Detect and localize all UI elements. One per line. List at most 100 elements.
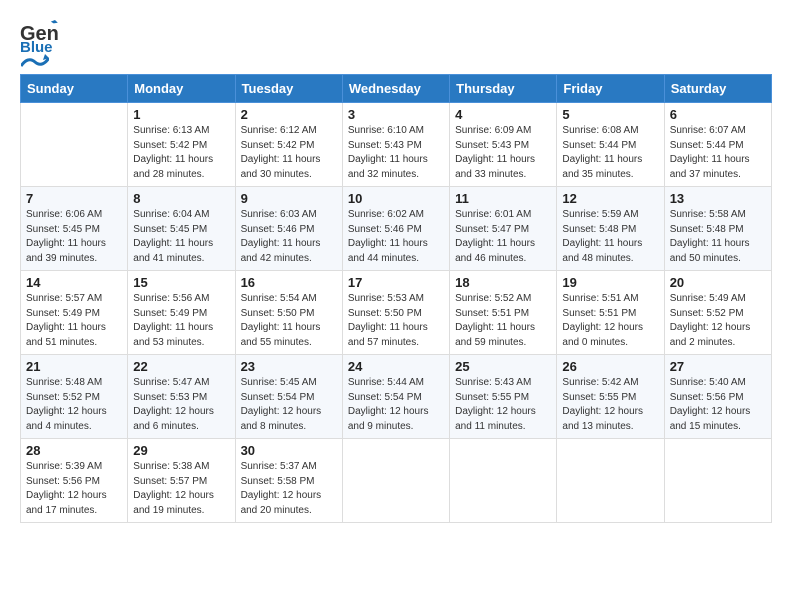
day-number: 14 <box>26 275 122 290</box>
day-info: Sunrise: 6:09 AM Sunset: 5:43 PM Dayligh… <box>455 124 551 182</box>
week-row-1: 1Sunrise: 6:13 AM Sunset: 5:42 PM Daylig… <box>21 103 772 187</box>
svg-text:Blue: Blue <box>20 39 53 52</box>
day-info: Sunrise: 5:48 AM Sunset: 5:52 PM Dayligh… <box>26 376 122 434</box>
calendar-body: 1Sunrise: 6:13 AM Sunset: 5:42 PM Daylig… <box>21 103 772 523</box>
week-row-2: 7Sunrise: 6:06 AM Sunset: 5:45 PM Daylig… <box>21 187 772 271</box>
calendar-table: SundayMondayTuesdayWednesdayThursdayFrid… <box>20 74 772 523</box>
day-number: 24 <box>348 359 444 374</box>
calendar-cell: 10 Sunrise: 6:02 AM Sunset: 5:46 PM Dayli… <box>342 187 449 271</box>
day-info: Sunrise: 6:10 AM Sunset: 5:43 PM Dayligh… <box>348 124 444 182</box>
day-number: 28 <box>26 443 122 458</box>
calendar-cell: 5 Sunrise: 6:08 AM Sunset: 5:44 PM Daylig… <box>557 103 664 187</box>
calendar-cell: 28Sunrise: 5:39 AM Sunset: 5:56 PM Dayli… <box>21 439 128 523</box>
day-number: 4 <box>455 107 551 122</box>
day-info: Sunrise: 5:56 AM Sunset: 5:49 PM Dayligh… <box>133 292 229 350</box>
day-number: 3 <box>348 107 444 122</box>
day-number: 18 <box>455 275 551 290</box>
calendar-cell: 12 Sunrise: 5:59 AM Sunset: 5:48 PM Dayli… <box>557 187 664 271</box>
calendar-cell: 21Sunrise: 5:48 AM Sunset: 5:52 PM Dayli… <box>21 355 128 439</box>
calendar-cell: 19 Sunrise: 5:51 AM Sunset: 5:51 PM Dayli… <box>557 271 664 355</box>
day-info: Sunrise: 5:54 AM Sunset: 5:50 PM Dayligh… <box>241 292 337 350</box>
day-number: 25 <box>455 359 551 374</box>
day-number: 26 <box>562 359 658 374</box>
calendar-cell <box>664 439 771 523</box>
day-info: Sunrise: 6:07 AM Sunset: 5:44 PM Dayligh… <box>670 124 766 182</box>
day-number: 15 <box>133 275 229 290</box>
calendar-cell <box>21 103 128 187</box>
day-number: 17 <box>348 275 444 290</box>
calendar-cell: 8 Sunrise: 6:04 AM Sunset: 5:45 PM Daylig… <box>128 187 235 271</box>
weekday-wednesday: Wednesday <box>342 75 449 103</box>
logo-wave-icon <box>21 52 49 70</box>
weekday-saturday: Saturday <box>664 75 771 103</box>
day-number: 29 <box>133 443 229 458</box>
day-info: Sunrise: 5:38 AM Sunset: 5:57 PM Dayligh… <box>133 460 229 518</box>
day-number: 11 <box>455 191 551 206</box>
day-number: 19 <box>562 275 658 290</box>
day-number: 6 <box>670 107 766 122</box>
day-number: 12 <box>562 191 658 206</box>
calendar-cell: 17 Sunrise: 5:53 AM Sunset: 5:50 PM Dayli… <box>342 271 449 355</box>
day-info: Sunrise: 5:42 AM Sunset: 5:55 PM Dayligh… <box>562 376 658 434</box>
calendar-cell: 24 Sunrise: 5:44 AM Sunset: 5:54 PM Dayli… <box>342 355 449 439</box>
calendar-cell: 22Sunrise: 5:47 AM Sunset: 5:53 PM Dayli… <box>128 355 235 439</box>
day-number: 20 <box>670 275 766 290</box>
day-info: Sunrise: 5:53 AM Sunset: 5:50 PM Dayligh… <box>348 292 444 350</box>
calendar-cell: 26 Sunrise: 5:42 AM Sunset: 5:55 PM Dayli… <box>557 355 664 439</box>
day-info: Sunrise: 5:58 AM Sunset: 5:48 PM Dayligh… <box>670 208 766 266</box>
week-row-3: 14 Sunrise: 5:57 AM Sunset: 5:49 PM Dayli… <box>21 271 772 355</box>
calendar-cell: 20 Sunrise: 5:49 AM Sunset: 5:52 PM Dayli… <box>664 271 771 355</box>
weekday-friday: Friday <box>557 75 664 103</box>
calendar-cell: 14 Sunrise: 5:57 AM Sunset: 5:49 PM Dayli… <box>21 271 128 355</box>
weekday-header-row: SundayMondayTuesdayWednesdayThursdayFrid… <box>21 75 772 103</box>
day-info: Sunrise: 5:57 AM Sunset: 5:49 PM Dayligh… <box>26 292 122 350</box>
day-info: Sunrise: 5:44 AM Sunset: 5:54 PM Dayligh… <box>348 376 444 434</box>
day-info: Sunrise: 5:51 AM Sunset: 5:51 PM Dayligh… <box>562 292 658 350</box>
calendar-cell: 30Sunrise: 5:37 AM Sunset: 5:58 PM Dayli… <box>235 439 342 523</box>
day-number: 9 <box>241 191 337 206</box>
calendar-cell <box>342 439 449 523</box>
calendar-cell: 11 Sunrise: 6:01 AM Sunset: 5:47 PM Dayli… <box>450 187 557 271</box>
day-info: Sunrise: 6:02 AM Sunset: 5:46 PM Dayligh… <box>348 208 444 266</box>
calendar-cell: 4 Sunrise: 6:09 AM Sunset: 5:43 PM Daylig… <box>450 103 557 187</box>
calendar-cell: 15 Sunrise: 5:56 AM Sunset: 5:49 PM Dayli… <box>128 271 235 355</box>
calendar-cell: 29 Sunrise: 5:38 AM Sunset: 5:57 PM Dayli… <box>128 439 235 523</box>
day-number: 8 <box>133 191 229 206</box>
day-info: Sunrise: 6:01 AM Sunset: 5:47 PM Dayligh… <box>455 208 551 266</box>
calendar-cell: 16 Sunrise: 5:54 AM Sunset: 5:50 PM Dayli… <box>235 271 342 355</box>
calendar-cell: 6 Sunrise: 6:07 AM Sunset: 5:44 PM Daylig… <box>664 103 771 187</box>
day-info: Sunrise: 6:08 AM Sunset: 5:44 PM Dayligh… <box>562 124 658 182</box>
day-info: Sunrise: 6:04 AM Sunset: 5:45 PM Dayligh… <box>133 208 229 266</box>
calendar-cell: 9 Sunrise: 6:03 AM Sunset: 5:46 PM Daylig… <box>235 187 342 271</box>
weekday-thursday: Thursday <box>450 75 557 103</box>
page-header: General Blue <box>20 20 772 64</box>
day-number: 16 <box>241 275 337 290</box>
day-number: 10 <box>348 191 444 206</box>
logo: General Blue <box>20 20 58 64</box>
day-info: Sunrise: 5:52 AM Sunset: 5:51 PM Dayligh… <box>455 292 551 350</box>
day-info: Sunrise: 5:49 AM Sunset: 5:52 PM Dayligh… <box>670 292 766 350</box>
day-info: Sunrise: 6:06 AM Sunset: 5:45 PM Dayligh… <box>26 208 122 266</box>
calendar-cell: 7Sunrise: 6:06 AM Sunset: 5:45 PM Daylig… <box>21 187 128 271</box>
calendar-cell: 1Sunrise: 6:13 AM Sunset: 5:42 PM Daylig… <box>128 103 235 187</box>
day-info: Sunrise: 5:47 AM Sunset: 5:53 PM Dayligh… <box>133 376 229 434</box>
calendar-cell: 23 Sunrise: 5:45 AM Sunset: 5:54 PM Dayli… <box>235 355 342 439</box>
day-number: 2 <box>241 107 337 122</box>
day-number: 30 <box>241 443 337 458</box>
calendar-cell: 25Sunrise: 5:43 AM Sunset: 5:55 PM Dayli… <box>450 355 557 439</box>
weekday-monday: Monday <box>128 75 235 103</box>
day-info: Sunrise: 5:45 AM Sunset: 5:54 PM Dayligh… <box>241 376 337 434</box>
calendar-cell <box>450 439 557 523</box>
day-number: 13 <box>670 191 766 206</box>
day-number: 23 <box>241 359 337 374</box>
calendar-cell: 2 Sunrise: 6:12 AM Sunset: 5:42 PM Daylig… <box>235 103 342 187</box>
day-info: Sunrise: 5:59 AM Sunset: 5:48 PM Dayligh… <box>562 208 658 266</box>
day-info: Sunrise: 6:03 AM Sunset: 5:46 PM Dayligh… <box>241 208 337 266</box>
calendar-cell: 18 Sunrise: 5:52 AM Sunset: 5:51 PM Dayli… <box>450 271 557 355</box>
calendar-cell <box>557 439 664 523</box>
week-row-4: 21Sunrise: 5:48 AM Sunset: 5:52 PM Dayli… <box>21 355 772 439</box>
day-number: 5 <box>562 107 658 122</box>
day-info: Sunrise: 6:12 AM Sunset: 5:42 PM Dayligh… <box>241 124 337 182</box>
calendar-cell: 27Sunrise: 5:40 AM Sunset: 5:56 PM Dayli… <box>664 355 771 439</box>
day-number: 27 <box>670 359 766 374</box>
